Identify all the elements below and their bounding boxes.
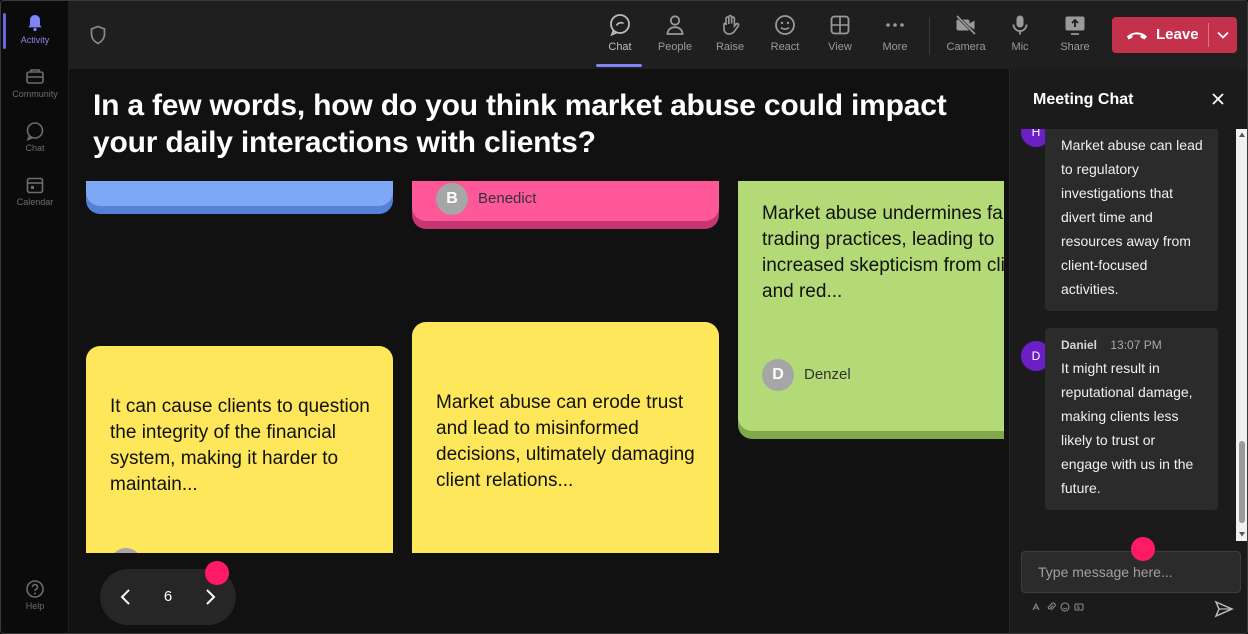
rail-label-chat: Chat	[25, 143, 45, 153]
rail-label-community: Community	[12, 89, 58, 99]
react-button[interactable]: React	[757, 9, 813, 63]
camera-button[interactable]: Camera	[938, 9, 994, 63]
pointer-marker	[1131, 537, 1155, 561]
note-text: Market abuse undermines fair trading pra…	[762, 203, 1004, 302]
emoji-icon[interactable]	[1060, 602, 1070, 612]
message-time: 13:07 PM	[1110, 338, 1162, 352]
people-icon	[666, 15, 684, 35]
chat-header: Meeting Chat	[1010, 69, 1247, 129]
message-meta: Daniel 13:07 PM	[1061, 336, 1204, 354]
raise-hand-icon	[723, 14, 740, 35]
chat-icon	[610, 14, 630, 37]
share-screen-icon	[1065, 16, 1085, 35]
chat-message: Daniel 13:07 PM It might result in reput…	[1045, 328, 1218, 510]
rail-label-calendar: Calendar	[16, 197, 54, 207]
chevron-down-icon[interactable]	[1216, 29, 1230, 41]
camera-off-icon	[955, 14, 977, 36]
rail-item-community[interactable]: Community	[1, 59, 69, 111]
chevron-left-icon[interactable]	[114, 585, 138, 609]
people-button-label: People	[657, 41, 693, 53]
chat-button[interactable]: Chat	[592, 9, 648, 67]
raise-hand-button[interactable]: Raise	[702, 9, 758, 63]
chat-message-input[interactable]	[1021, 551, 1241, 593]
chevron-right-icon[interactable]	[198, 585, 222, 609]
author-name: Denzel	[804, 366, 851, 383]
people-button[interactable]: People	[647, 9, 703, 63]
app-rail: Activity Community Chat Calendar Help	[1, 1, 69, 633]
chat-button-label: Chat	[608, 41, 632, 53]
chat-message: Market abuse can lead to regulatory inve…	[1045, 129, 1218, 311]
sticky-note[interactable]: Market abuse undermines fair trading pra…	[738, 181, 1004, 431]
microphone-icon	[1012, 15, 1028, 35]
rail-item-chat[interactable]: Chat	[1, 113, 69, 165]
avatar-initial: D	[1031, 349, 1041, 363]
community-icon	[26, 69, 44, 84]
help-icon	[26, 580, 44, 598]
meeting-chat-panel: Meeting Chat H Market abuse can lead to …	[1009, 69, 1247, 633]
share-button[interactable]: Share	[1047, 9, 1103, 63]
chat-title: Meeting Chat	[1033, 91, 1134, 108]
rail-item-calendar[interactable]: Calendar	[1, 167, 69, 219]
leave-button[interactable]: Leave	[1112, 17, 1237, 53]
rail-item-help[interactable]: Help	[1, 571, 69, 623]
react-button-label: React	[770, 41, 800, 53]
scroll-up-arrow-icon[interactable]	[1238, 131, 1246, 139]
view-button[interactable]: View	[812, 9, 868, 63]
mic-button-label: Mic	[1011, 41, 1029, 53]
presentation-stage: In a few words, how do you think market …	[69, 69, 1009, 633]
sticky-note-board: B Benedict Market abuse undermines fair t…	[69, 181, 1004, 553]
leave-divider	[1208, 23, 1209, 47]
format-text-icon[interactable]	[1031, 602, 1041, 612]
raise-button-label: Raise	[715, 41, 745, 53]
note-author: B Benedict	[436, 183, 536, 215]
hang-up-icon	[1127, 32, 1147, 40]
more-button[interactable]: More	[867, 9, 923, 63]
sticky-note[interactable]	[86, 181, 393, 206]
scroll-down-arrow-icon[interactable]	[1238, 530, 1246, 538]
mic-button[interactable]: Mic	[992, 9, 1048, 63]
meeting-window: Activity Community Chat Calendar Help Ch…	[0, 0, 1248, 634]
more-button-label: More	[882, 41, 908, 53]
author-name: Benedict	[478, 190, 537, 207]
meeting-toolbar: Chat People Raise React View More Camera	[69, 1, 1247, 69]
rail-label-activity: Activity	[20, 35, 50, 45]
sticky-note[interactable]: Market abuse can erode trust and lead to…	[412, 322, 719, 553]
view-button-label: View	[828, 41, 852, 53]
message-text: Market abuse can lead to regulatory inve…	[1061, 137, 1203, 297]
leave-label: Leave	[1156, 26, 1199, 43]
chat-message-list[interactable]: H Market abuse can lead to regulatory in…	[1010, 129, 1236, 541]
send-icon[interactable]	[1214, 599, 1234, 619]
rail-label-help: Help	[25, 601, 45, 611]
toolbar-separator	[929, 17, 930, 55]
message-text: It might result in reputational damage, …	[1061, 360, 1194, 496]
more-dots-icon	[886, 23, 904, 27]
sticky-note[interactable]: It can cause clients to question the int…	[86, 346, 393, 553]
bell-icon	[28, 15, 42, 32]
avatar: B	[436, 183, 468, 215]
pointer-marker	[205, 561, 229, 585]
shield-icon[interactable]	[89, 25, 107, 45]
note-author: D Denzel	[762, 359, 851, 391]
message-author: Daniel	[1061, 338, 1098, 352]
attach-icon[interactable]	[1046, 602, 1056, 612]
scrollbar-thumb[interactable]	[1239, 441, 1245, 523]
calendar-icon	[26, 177, 44, 194]
avatar-initial: H	[1031, 129, 1041, 139]
chat-scrollbar[interactable]	[1236, 129, 1247, 541]
note-text: Market abuse can erode trust and lead to…	[436, 392, 695, 491]
gif-icon[interactable]	[1074, 602, 1084, 612]
camera-button-label: Camera	[946, 41, 986, 53]
share-button-label: Share	[1060, 41, 1090, 53]
close-icon[interactable]	[1210, 91, 1226, 107]
rail-item-activity[interactable]: Activity	[1, 5, 69, 57]
grid-view-icon	[830, 15, 850, 35]
avatar	[110, 548, 142, 553]
smiley-icon	[775, 15, 795, 35]
note-text: It can cause clients to question the int…	[110, 396, 370, 495]
avatar: D	[762, 359, 794, 391]
page-number: 6	[163, 588, 173, 605]
question-title: In a few words, how do you think market …	[93, 89, 947, 159]
chat-icon	[26, 122, 44, 141]
sticky-note[interactable]: B Benedict	[412, 181, 719, 221]
